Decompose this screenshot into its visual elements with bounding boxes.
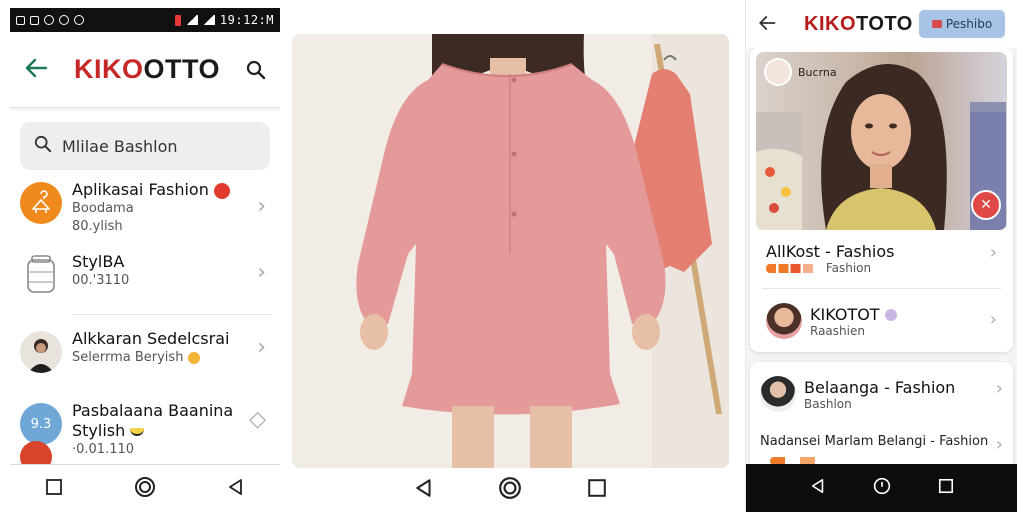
search-field[interactable]: Mlilae Bashlon <box>20 122 270 170</box>
logo-part-1: KIKO <box>73 54 144 84</box>
list-item-meta: 80.ylish <box>72 219 123 234</box>
signal-icon <box>202 15 215 25</box>
logo-part-2: OTTO <box>143 54 220 84</box>
app-header: KIKOTOTO Peshibo <box>746 0 1017 48</box>
logo-part-1: KIKO <box>804 12 856 35</box>
chevron-right-icon: › <box>989 309 997 330</box>
app-list: Aplikasai Fashion Boodama 80.ylish › Sty… <box>10 180 280 473</box>
chevron-right-icon: › <box>257 335 266 360</box>
red-badge-icon <box>213 182 230 199</box>
app-logo: KIKOOTTO <box>58 54 236 85</box>
profile-button-label: Peshibo <box>945 17 993 31</box>
list-item[interactable]: StylBA 00.'3110 › <box>10 252 280 314</box>
recents-button[interactable] <box>938 478 954 498</box>
chevron-right-icon: › <box>995 434 1003 455</box>
list-item-subtitle: Raashien <box>810 323 865 338</box>
product-photo[interactable] <box>292 34 729 468</box>
list-item-title: KIKOTOT <box>810 305 897 324</box>
chevron-right-icon: › <box>995 378 1003 399</box>
left-phone: 19:12:M KIKOOTTO Mlilae Bashlon Aplikasa… <box>10 8 280 512</box>
notification-icon <box>16 15 25 25</box>
emoji-icon <box>187 351 200 364</box>
list-item-meta: ·0.01.110 <box>72 442 135 457</box>
divider <box>762 288 1001 289</box>
list-item-title: Belaanga - Fashion <box>804 377 956 397</box>
home-button[interactable] <box>498 476 522 504</box>
home-button[interactable] <box>134 476 156 502</box>
list-item[interactable]: KIKOTOT Raashien › <box>756 297 1007 345</box>
list-item-subtitle: 00.'3110 <box>72 273 130 288</box>
list-item[interactable]: Aplikasai Fashion Boodama 80.ylish › <box>10 180 280 252</box>
list-item-subtitle: Selerrma Beryish <box>72 349 268 367</box>
verified-icon <box>884 309 897 321</box>
back-arrow-icon[interactable] <box>24 55 58 85</box>
app-header: KIKOOTTO <box>10 32 280 108</box>
hero-author-name: Bucrna <box>798 65 837 79</box>
list-item[interactable]: Nadansei Marlam Belangi - Fashion › <box>750 434 1013 455</box>
list-item-title: Nadansei Marlam Belangi - Fashion <box>760 434 989 449</box>
search-input[interactable]: Mlilae Bashlon <box>62 137 178 156</box>
android-nav-bar <box>292 468 729 512</box>
hanger-icon <box>20 182 62 224</box>
list-item-title: Alkkaran Sedelcsrai <box>72 329 230 348</box>
back-button[interactable] <box>227 478 245 500</box>
list-item-subtitle: Stylish <box>72 421 268 441</box>
close-badge-icon[interactable]: ✕ <box>971 190 1001 220</box>
notification-icon <box>30 15 39 25</box>
list-item-subtitle: Boodama <box>72 201 134 216</box>
list-item[interactable]: Belaanga - Fashion Bashlon › <box>750 372 1013 416</box>
search-icon <box>34 135 52 157</box>
back-button[interactable] <box>414 478 434 502</box>
list-item-title: AllKost - Fashios <box>766 242 895 261</box>
notification-icon <box>59 15 69 25</box>
android-nav-bar <box>10 464 280 512</box>
camera-icon <box>931 20 942 28</box>
rating-icons <box>766 264 822 273</box>
search-icon[interactable] <box>236 60 266 80</box>
android-nav-bar <box>746 464 1017 512</box>
author-avatar <box>764 58 792 86</box>
list-item[interactable]: AllKost - Fashios Fashion › <box>756 242 1007 282</box>
back-arrow-icon[interactable] <box>758 12 784 36</box>
featured-image[interactable]: Bucrna ✕ <box>756 52 1007 230</box>
recents-button[interactable] <box>45 478 63 500</box>
status-time: 19:12:M <box>219 13 274 27</box>
notification-icon <box>74 15 84 25</box>
list-item-subtitle: Bashlon <box>804 396 852 411</box>
profile-avatar <box>766 303 802 339</box>
back-button[interactable] <box>810 478 826 498</box>
chevron-right-icon: › <box>989 242 997 263</box>
profile-avatar <box>760 376 796 412</box>
smile-icon <box>130 427 145 436</box>
status-bar: 19:12:M <box>10 8 280 32</box>
notification-icon <box>44 15 54 25</box>
chevron-right-icon: ◇ <box>249 407 266 432</box>
featured-card: Bucrna ✕ AllKost - Fashios Fashion › KIK… <box>750 48 1013 352</box>
recents-button[interactable] <box>587 478 607 502</box>
wifi-icon <box>185 15 198 25</box>
list-item-title: Aplikasai Fashion <box>72 180 268 200</box>
battery-icon <box>174 14 181 26</box>
status-notification-icons <box>16 15 84 25</box>
list-item[interactable]: Alkkaran Sedelcsrai Selerrma Beryish › <box>10 315 280 393</box>
home-button[interactable] <box>873 477 891 499</box>
screen: 19:12:M KIKOOTTO Mlilae Bashlon Aplikasa… <box>0 0 1024 512</box>
list-item[interactable]: 9.3 Pasbalaana Baanina Stylish ·0.01.110… <box>10 393 280 473</box>
logo-part-2: TOTO <box>856 12 913 35</box>
hero-author-chip[interactable]: Bucrna <box>764 58 837 86</box>
jar-icon <box>20 254 62 296</box>
chevron-right-icon: › <box>257 260 266 285</box>
chevron-right-icon: › <box>257 194 266 219</box>
status-system-icons: 19:12:M <box>174 13 274 27</box>
person-avatar <box>20 331 62 373</box>
avatar-label: 9.3 <box>20 403 62 445</box>
app-logo: KIKOTOTO <box>784 13 919 36</box>
list-item-title: Pasbalaana Baanina <box>72 401 234 420</box>
right-phone: KIKOTOTO Peshibo Bucrna ✕ AllKost - Fash… <box>745 0 1017 512</box>
profile-button[interactable]: Peshibo <box>919 10 1005 38</box>
list-item-subtitle: Fashion <box>766 261 997 275</box>
list-item-title: StylBA <box>72 252 125 271</box>
